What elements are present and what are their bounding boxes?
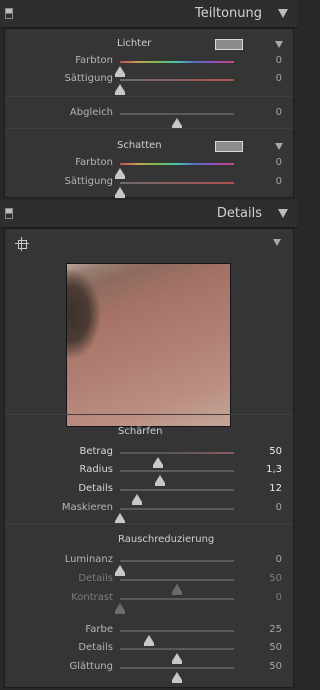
sharpen-amount-slider[interactable] [120,452,234,468]
slider-thumb[interactable] [115,187,125,198]
divider [5,414,293,415]
slider-label: Radius [79,464,113,475]
split-toning-title: Teiltonung [195,6,262,21]
preview-expand-triangle-icon[interactable] [273,239,281,246]
shadows-saturation-row: Sättigung 0 [5,174,295,198]
highlights-hue-slider[interactable] [115,61,234,77]
slider-value[interactable]: 0 [276,592,282,603]
slider-value[interactable]: 0 [276,176,282,187]
highlights-hue-row: Farbton 0 [5,53,295,77]
slider-value[interactable]: 0 [276,73,282,84]
nr-contrast-slider[interactable] [115,598,234,614]
shadows-hue-row: Farbton 0 [5,155,295,179]
detail-preview-image[interactable] [66,263,231,427]
nr-luminance-detail-row: Details 50 [5,571,295,595]
split-toning-header[interactable]: Teiltonung [0,0,298,28]
divider [5,128,293,129]
slider-thumb[interactable] [172,118,182,129]
slider-value[interactable]: 50 [269,573,282,584]
highlights-saturation-row: Sättigung 0 [5,71,295,95]
collapse-triangle-icon[interactable] [278,209,288,218]
collapse-triangle-icon[interactable] [278,9,288,18]
sharpen-radius-row: Radius 1,3 [5,462,295,486]
highlights-expand-triangle-icon[interactable] [275,41,283,48]
sharpen-amount-row: Betrag 50 [5,444,295,468]
balance-slider[interactable] [120,113,234,129]
slider-thumb[interactable] [172,672,182,683]
panel-enable-switch[interactable] [5,8,13,19]
balance-row: Abgleich 0 [5,105,295,129]
sharpen-masking-row: Maskieren 0 [5,500,295,524]
slider-thumb[interactable] [115,603,125,614]
split-toning-panel: Lichter Farbton 0 Sättigung 0 Abgleich 0… [4,28,294,198]
slider-value[interactable]: 0 [276,55,282,66]
slider-value[interactable]: 25 [269,624,282,635]
slider-value[interactable]: 12 [269,483,282,494]
highlights-subheader: Lichter [5,35,295,53]
sharpening-title: Schärfen [118,426,163,437]
slider-thumb[interactable] [115,84,125,95]
nr-luminance-slider[interactable] [115,560,234,576]
details-panel: Schärfen Betrag 50 Radius 1,3 Details 12… [4,228,294,688]
shadows-hue-slider[interactable] [115,163,234,179]
slider-value[interactable]: 1,3 [266,464,282,475]
slider-label: Farbton [75,157,113,168]
nr-color-slider[interactable] [120,630,234,646]
shadows-subheader: Schatten [5,137,295,155]
slider-label: Maskieren [61,502,113,513]
details-header[interactable]: Details [0,200,298,228]
nr-contrast-row: Kontrast 0 [5,590,295,614]
slider-label: Sättigung [64,73,113,84]
slider-label: Luminanz [64,554,113,565]
slider-label: Abgleich [69,107,113,118]
slider-value[interactable]: 50 [269,642,282,653]
slider-label: Details [78,573,113,584]
divider [5,96,293,97]
nr-color-detail-row: Details 50 [5,640,295,664]
slider-thumb[interactable] [115,513,125,524]
slider-label: Farbe [85,624,113,635]
sharpen-radius-slider[interactable] [120,470,234,486]
slider-label: Farbton [75,55,113,66]
slider-value[interactable]: 0 [276,554,282,565]
divider [5,523,293,524]
shadows-expand-triangle-icon[interactable] [275,143,283,150]
slider-value[interactable]: 0 [276,107,282,118]
sharpen-masking-slider[interactable] [115,508,234,524]
nr-smoothness-row: Glättung 50 [5,659,295,683]
details-title: Details [216,206,262,221]
slider-value[interactable]: 50 [269,446,282,457]
nr-color-detail-slider[interactable] [120,648,234,664]
nr-color-row: Farbe 25 [5,622,295,646]
highlights-saturation-slider[interactable] [115,79,234,95]
shadows-label: Schatten [117,140,162,151]
nr-luminance-row: Luminanz 0 [5,552,295,576]
slider-label: Glättung [69,661,113,672]
sharpen-detail-row: Details 12 [5,481,295,505]
noise-reduction-title: Rauschreduzierung [118,534,215,545]
slider-label: Betrag [79,446,113,457]
slider-value[interactable]: 0 [276,502,282,513]
crosshair-target-icon[interactable] [15,237,29,251]
slider-value[interactable]: 50 [269,661,282,672]
slider-label: Details [78,483,113,494]
sharpen-detail-slider[interactable] [120,489,234,505]
panel-enable-switch[interactable] [5,208,13,219]
nr-smoothness-slider[interactable] [120,667,234,683]
slider-label: Kontrast [71,592,113,603]
shadows-saturation-slider[interactable] [115,182,234,198]
highlights-label: Lichter [117,38,152,49]
slider-value[interactable]: 0 [276,157,282,168]
nr-luminance-detail-slider[interactable] [120,579,234,595]
slider-label: Sättigung [64,176,113,187]
slider-label: Details [78,642,113,653]
highlights-color-swatch[interactable] [215,39,243,50]
shadows-color-swatch[interactable] [215,141,243,152]
